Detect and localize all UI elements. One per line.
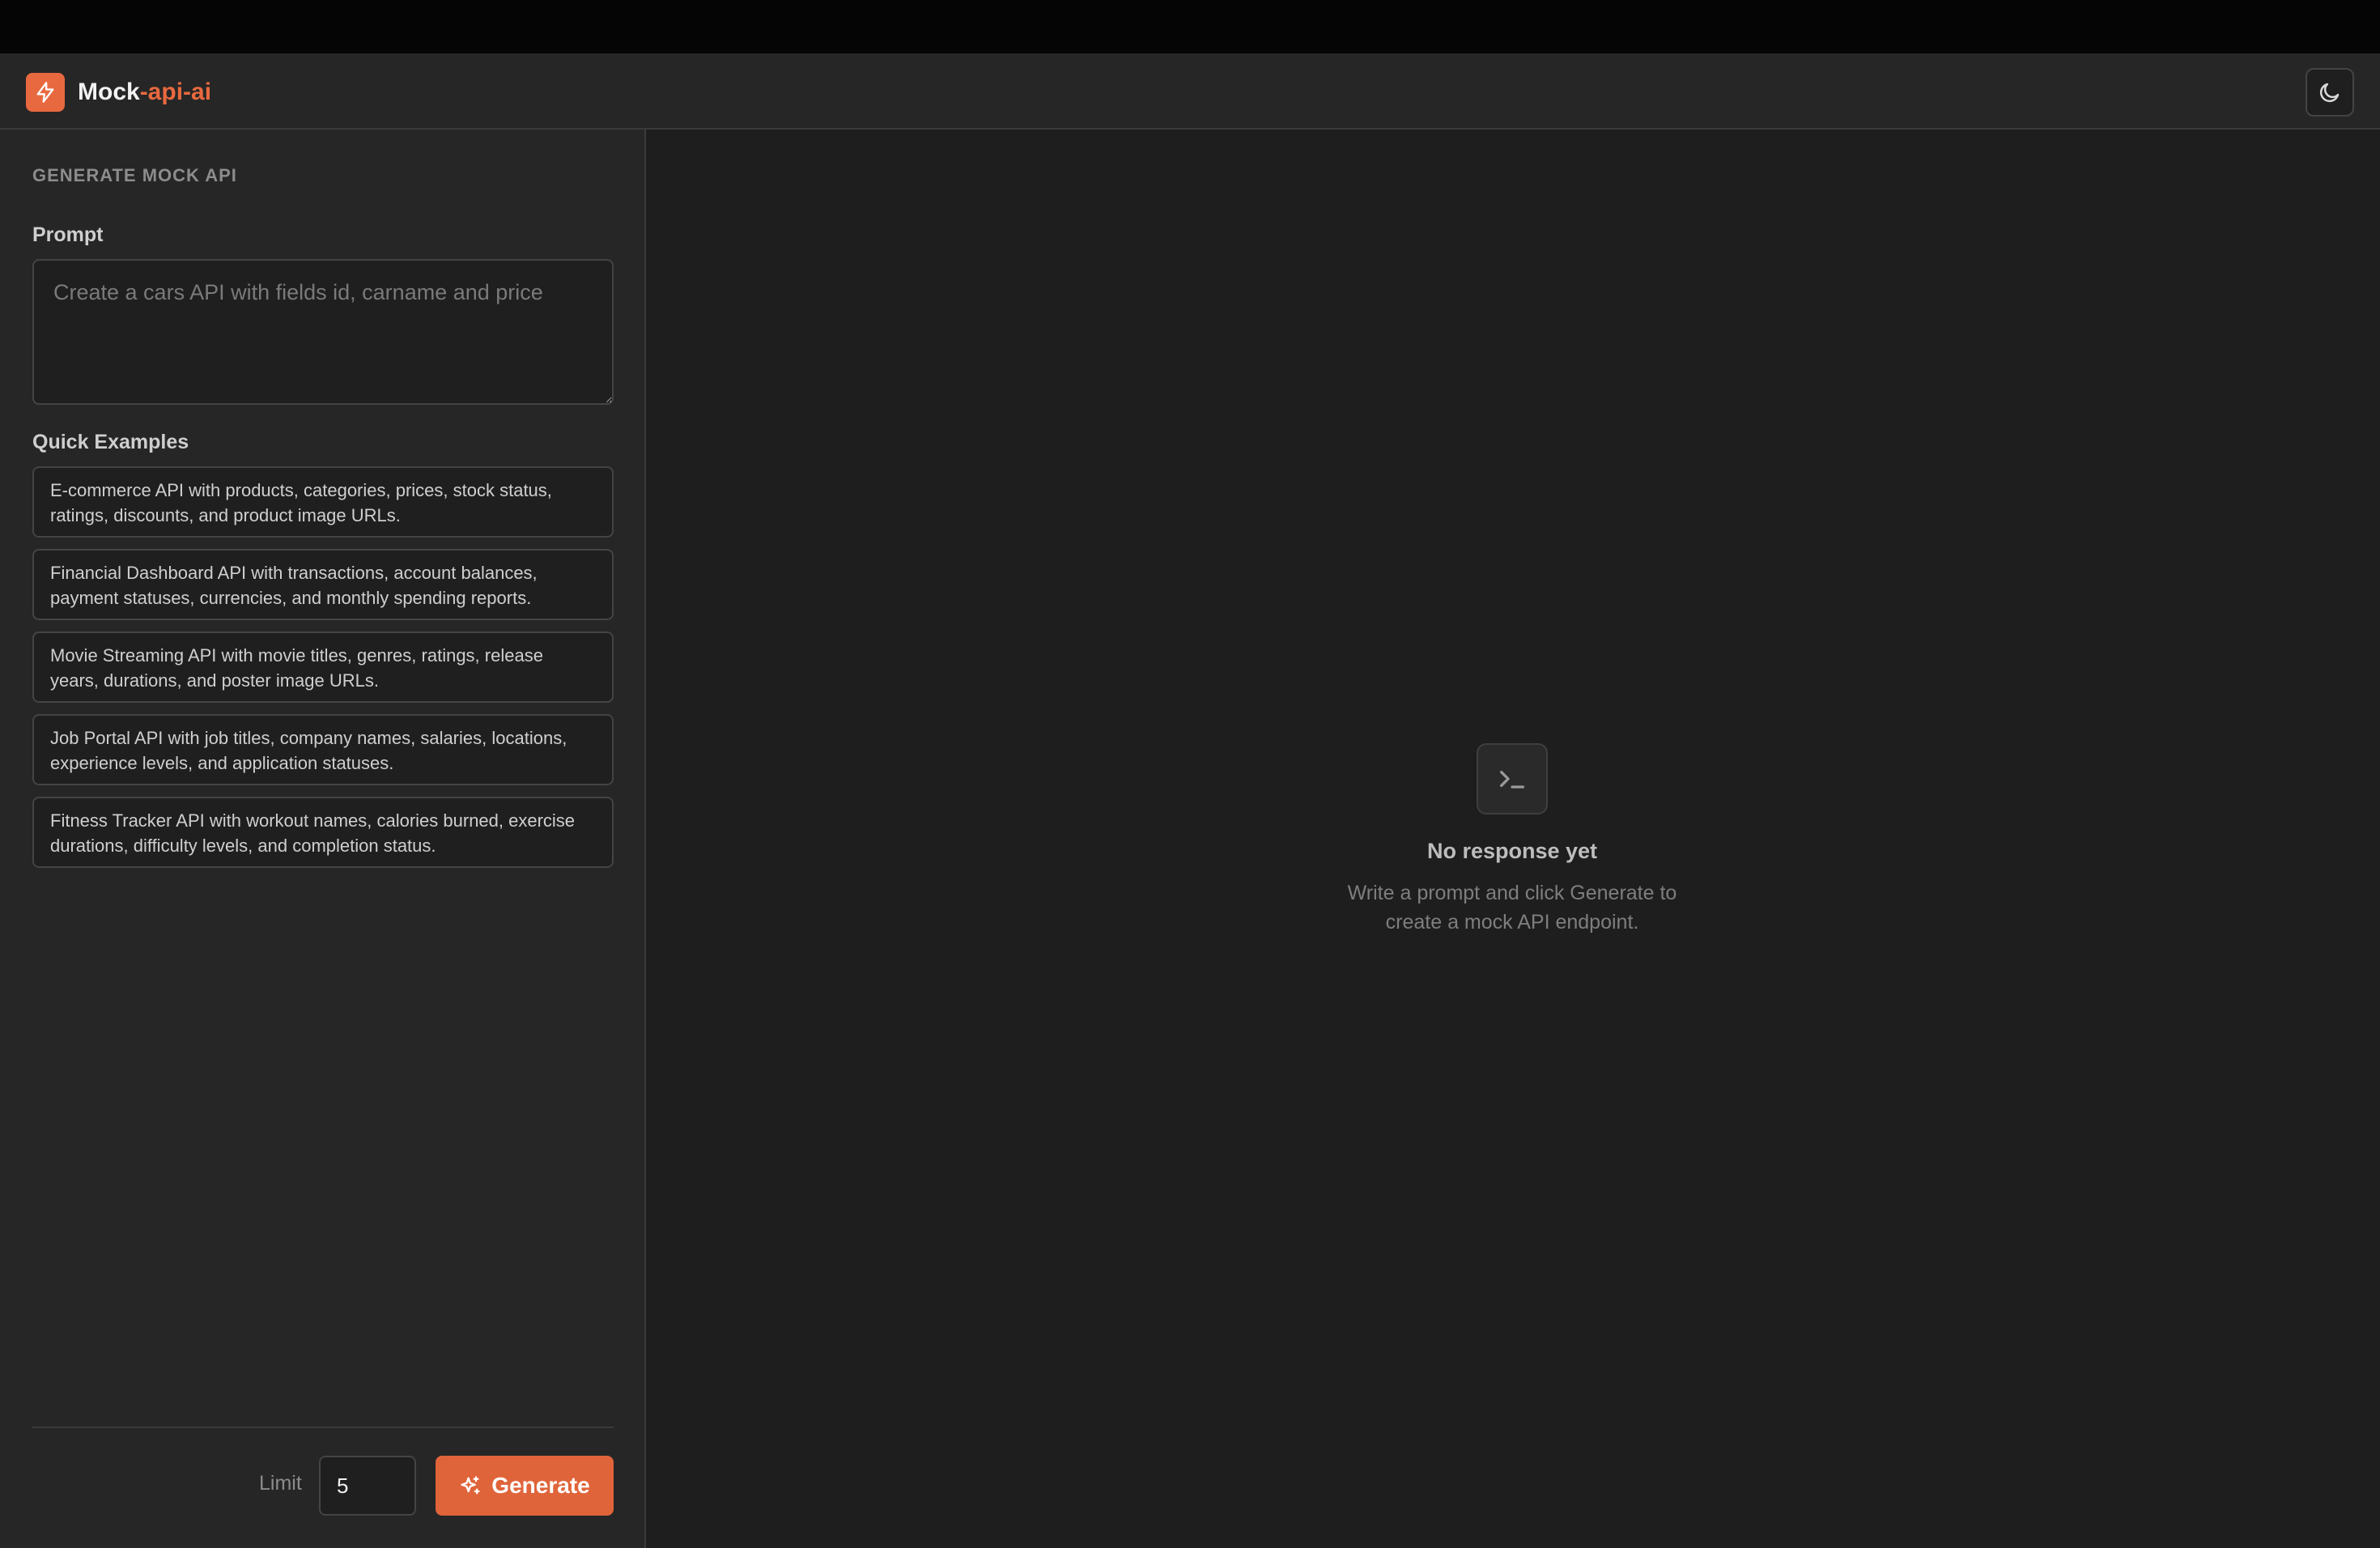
app-title-main: Mock (78, 79, 140, 105)
footer-divider (32, 1427, 614, 1428)
empty-state: No response yet Write a prompt and click… (1269, 743, 1755, 937)
quick-example-job-portal[interactable]: Job Portal API with job titles, company … (32, 714, 614, 785)
empty-state-title: No response yet (1426, 839, 1598, 863)
terminal-icon-box (1477, 743, 1548, 814)
quick-examples-list: E-commerce API with products, categories… (32, 466, 614, 879)
prompt-input[interactable] (32, 259, 614, 405)
window-top-bar (0, 0, 2380, 53)
quick-example-movie-streaming[interactable]: Movie Streaming API with movie titles, g… (32, 632, 614, 703)
quick-example-financial-dashboard[interactable]: Financial Dashboard API with transaction… (32, 549, 614, 620)
limit-label: Limit (259, 1472, 302, 1495)
terminal-icon (1500, 771, 1524, 789)
app-title-accent: -api-ai (139, 79, 212, 105)
app-logo (26, 73, 65, 112)
moon-icon (2319, 83, 2340, 103)
generator-sidebar: GENERATE MOCK API Prompt Quick Examples … (0, 130, 646, 1548)
section-title: GENERATE MOCK API (32, 165, 237, 185)
sparkles-icon (461, 1476, 480, 1495)
generate-button[interactable]: Generate (436, 1456, 614, 1516)
limit-input[interactable] (319, 1456, 416, 1516)
quick-example-fitness-tracker[interactable]: Fitness Tracker API with workout names, … (32, 797, 614, 868)
empty-state-subtitle: Write a prompt and click Generate to cre… (1347, 882, 1677, 933)
app-header: Mock-api-ai (0, 53, 2380, 130)
theme-toggle-button[interactable] (2306, 68, 2354, 117)
quick-examples-label: Quick Examples (32, 431, 189, 453)
response-panel: No response yet Write a prompt and click… (646, 130, 2380, 1548)
generate-button-label: Generate (491, 1473, 590, 1498)
app-title: Mock-api-ai (78, 78, 211, 107)
lightning-bolt-icon (36, 82, 54, 103)
prompt-label: Prompt (32, 223, 104, 246)
quick-example-ecommerce[interactable]: E-commerce API with products, categories… (32, 466, 614, 538)
